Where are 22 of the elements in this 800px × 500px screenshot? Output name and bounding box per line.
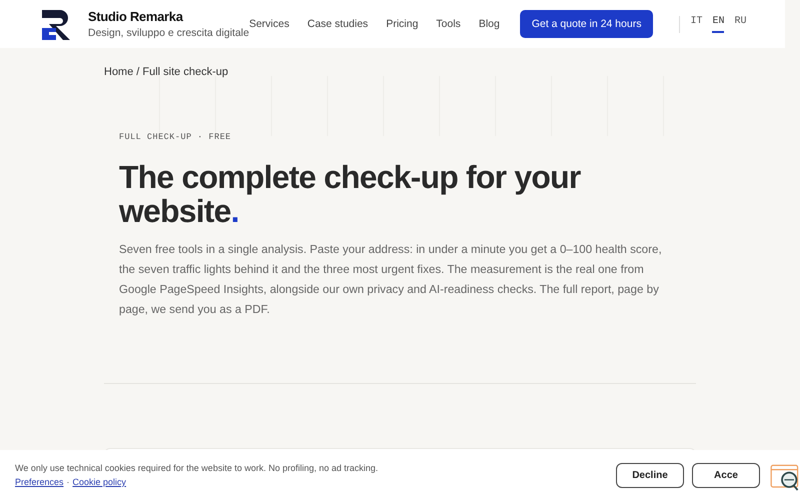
quote-button[interactable]: Get a quote in 24 hours — [520, 10, 654, 38]
decline-button[interactable]: Decline — [616, 462, 684, 488]
nav-link[interactable]: Pricing — [386, 18, 418, 30]
intro-text: Seven free tools in a single analysis. Paste your address: in under a minute you get a 0–100 health score, the seven traffic lights behind it and the three most urgent fixes. The measurement is the real one from Google PageSpeed Insights, alongside our own privacy and AI-readiness checks. The full report, page by page, we send you as a PDF. — [119, 242, 663, 318]
preferences-link[interactable]: Preferences — [15, 477, 64, 487]
nav-link[interactable]: Tools — [436, 18, 461, 30]
language-tab[interactable]: EN — [712, 16, 724, 32]
cookie-policy-link[interactable]: Cookie policy — [72, 477, 126, 487]
eyebrow-label: FULL CHECK-UP · FREE — [119, 132, 232, 142]
page-title: The complete check-up for your website. — [119, 160, 582, 228]
language-tab[interactable]: IT — [690, 16, 702, 32]
site-check-icon[interactable] — [770, 464, 800, 492]
nav-link[interactable]: Case studies — [307, 18, 368, 30]
nav-link[interactable]: Services — [249, 18, 290, 30]
cookie-message: We only use technical cookies required for the website to work. No profiling, no ad tracking. — [15, 463, 378, 473]
nav-link[interactable]: Blog — [478, 18, 500, 30]
link-separator: · — [66, 477, 70, 487]
brand-name: Studio Remarka — [88, 9, 184, 24]
breadcrumb: Home / Full site check-up — [104, 66, 230, 78]
language-tab[interactable]: RU — [734, 16, 746, 32]
brand-tagline: Design, sviluppo e crescita digitale — [88, 27, 250, 39]
accept-button[interactable]: Acce — [692, 462, 760, 488]
